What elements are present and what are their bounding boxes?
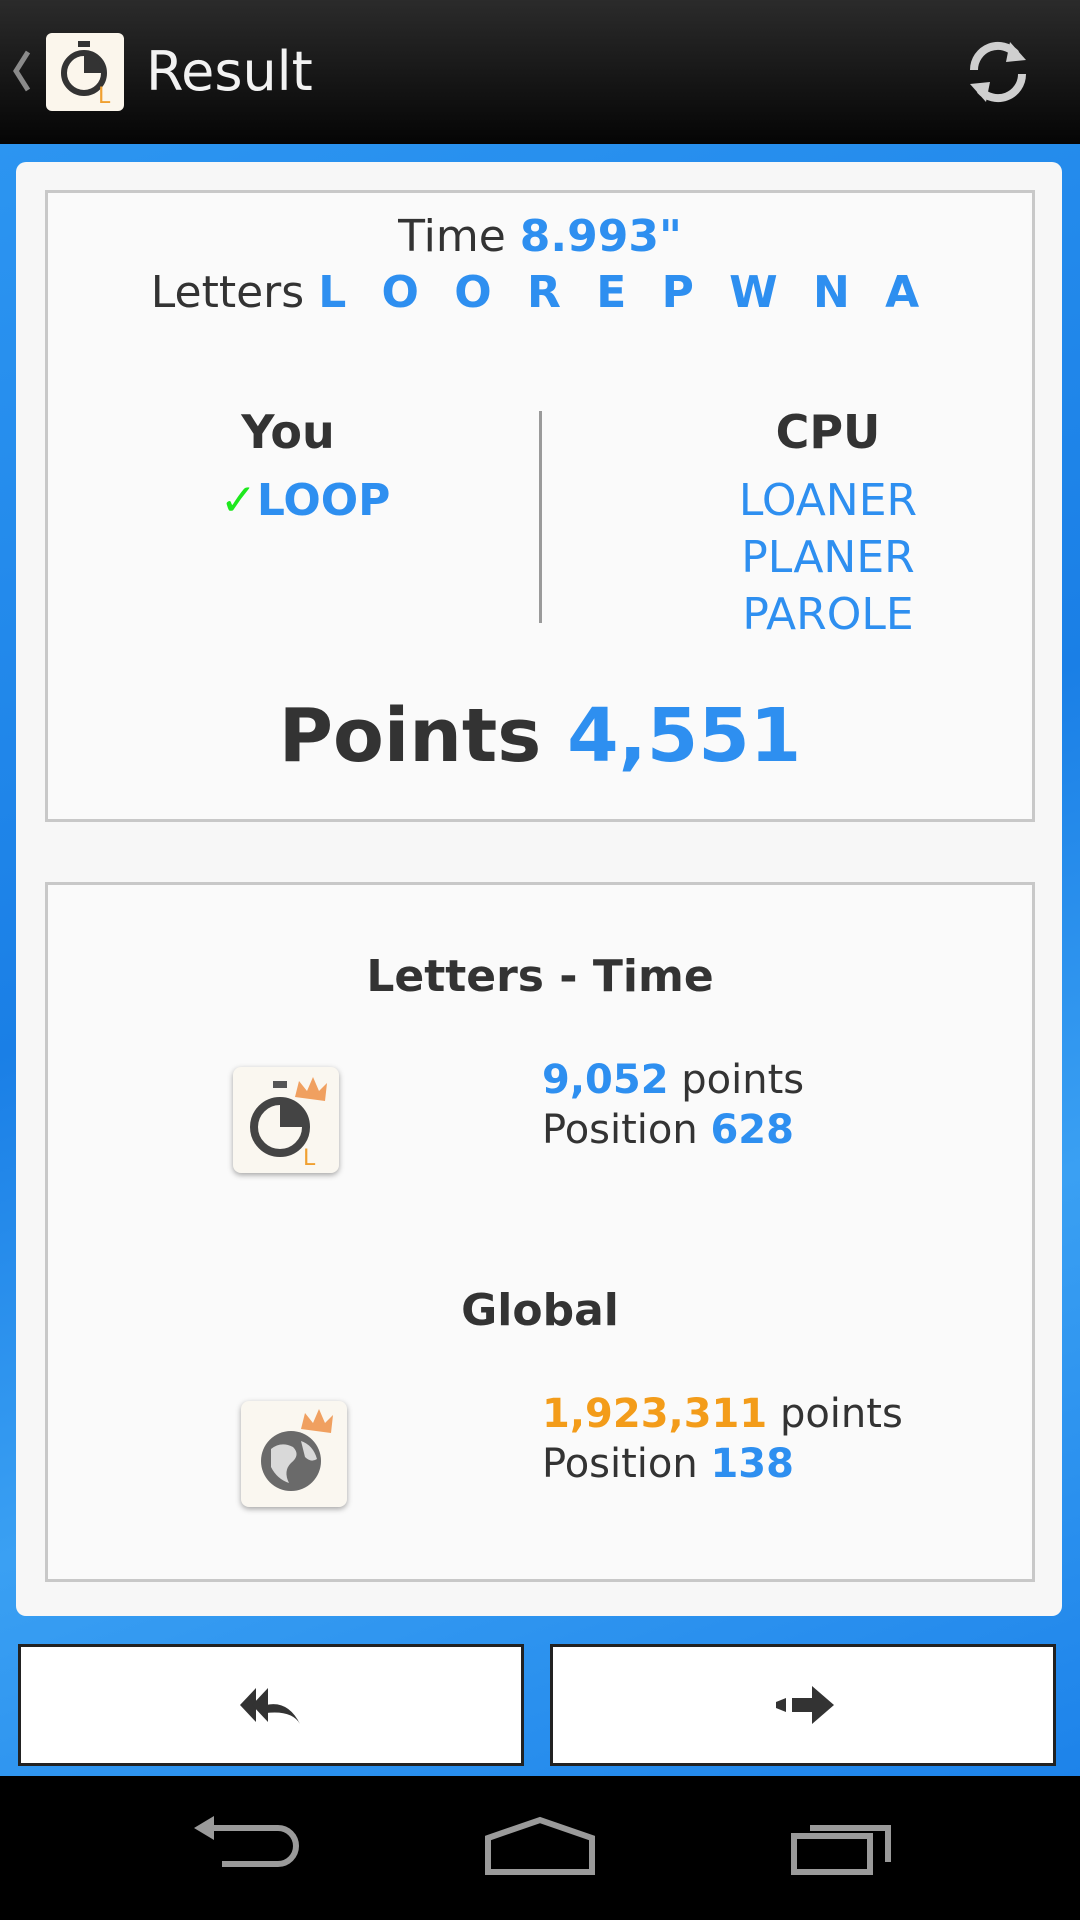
stopwatch-letter-icon: L: [61, 41, 111, 109]
points-value: 4,551: [567, 693, 802, 779]
globe-crown-icon: [261, 1409, 333, 1491]
mode-position-value: 628: [710, 1107, 794, 1153]
nav-home-icon[interactable]: [480, 1806, 600, 1886]
svg-text:L: L: [98, 84, 111, 109]
screen: L Result Time 8.993" Letters L O O R E P…: [0, 0, 1080, 1920]
mode-rank-title: Letters - Time: [366, 951, 714, 1002]
check-icon: ✓: [220, 475, 257, 526]
content-area: Time 8.993" Letters L O O R E P W N A Yo…: [0, 144, 1080, 1776]
letters-label: Letters: [150, 267, 305, 318]
stopwatch-crown-icon: L: [250, 1077, 327, 1171]
global-position-value: 138: [710, 1441, 794, 1487]
global-rank-icon[interactable]: [241, 1401, 347, 1507]
you-label: You: [241, 405, 335, 459]
mode-points-value: 9,052: [542, 1057, 669, 1103]
cpu-word: PLANER: [741, 532, 915, 583]
points-label: Points: [278, 693, 542, 779]
app-logo-icon[interactable]: L: [46, 33, 124, 111]
action-bar: L Result: [0, 0, 1080, 144]
result-card: Time 8.993" Letters L O O R E P W N A Yo…: [16, 162, 1062, 1616]
column-divider: [539, 411, 542, 623]
global-points-value: 1,923,311: [542, 1391, 768, 1437]
time-value: 8.993": [519, 211, 682, 262]
next-button[interactable]: [550, 1644, 1056, 1766]
svg-text:L: L: [303, 1146, 316, 1171]
mode-position-label: Position: [542, 1107, 698, 1153]
double-reply-icon: [240, 1688, 300, 1724]
nav-back-icon[interactable]: [180, 1806, 300, 1886]
page-title: Result: [146, 40, 313, 103]
mode-rank-icon[interactable]: L: [233, 1067, 339, 1173]
refresh-icon[interactable]: [958, 32, 1038, 112]
global-points-label: points: [779, 1391, 903, 1437]
time-label: Time: [398, 211, 506, 262]
cpu-word: PAROLE: [742, 589, 914, 640]
up-chevron-icon[interactable]: [10, 46, 34, 96]
mode-points-label: points: [681, 1057, 805, 1103]
letters-value: L O O R E P W N A: [318, 267, 930, 318]
cpu-word: LOANER: [738, 475, 918, 526]
forward-arrow-icon: [776, 1686, 834, 1724]
points-line: Points 4,551: [48, 693, 1032, 779]
ranking-panel: Letters - Time L 9,052 points Position 6…: [45, 882, 1035, 1582]
nav-recents-icon[interactable]: [784, 1806, 904, 1886]
system-nav-bar: [0, 1776, 1080, 1920]
you-word-row: ✓LOOP: [220, 475, 390, 526]
global-position-label: Position: [542, 1441, 698, 1487]
letters-line: Letters L O O R E P W N A: [48, 267, 1032, 318]
global-rank-stats: 1,923,311 points Position 138: [542, 1389, 903, 1489]
mode-rank-stats: 9,052 points Position 628: [542, 1055, 804, 1155]
back-button[interactable]: [18, 1644, 524, 1766]
round-result-panel: Time 8.993" Letters L O O R E P W N A Yo…: [45, 190, 1035, 822]
you-word: LOOP: [256, 475, 391, 526]
time-line: Time 8.993": [48, 211, 1032, 262]
global-rank-title: Global: [461, 1285, 619, 1336]
cpu-label: CPU: [775, 405, 881, 459]
